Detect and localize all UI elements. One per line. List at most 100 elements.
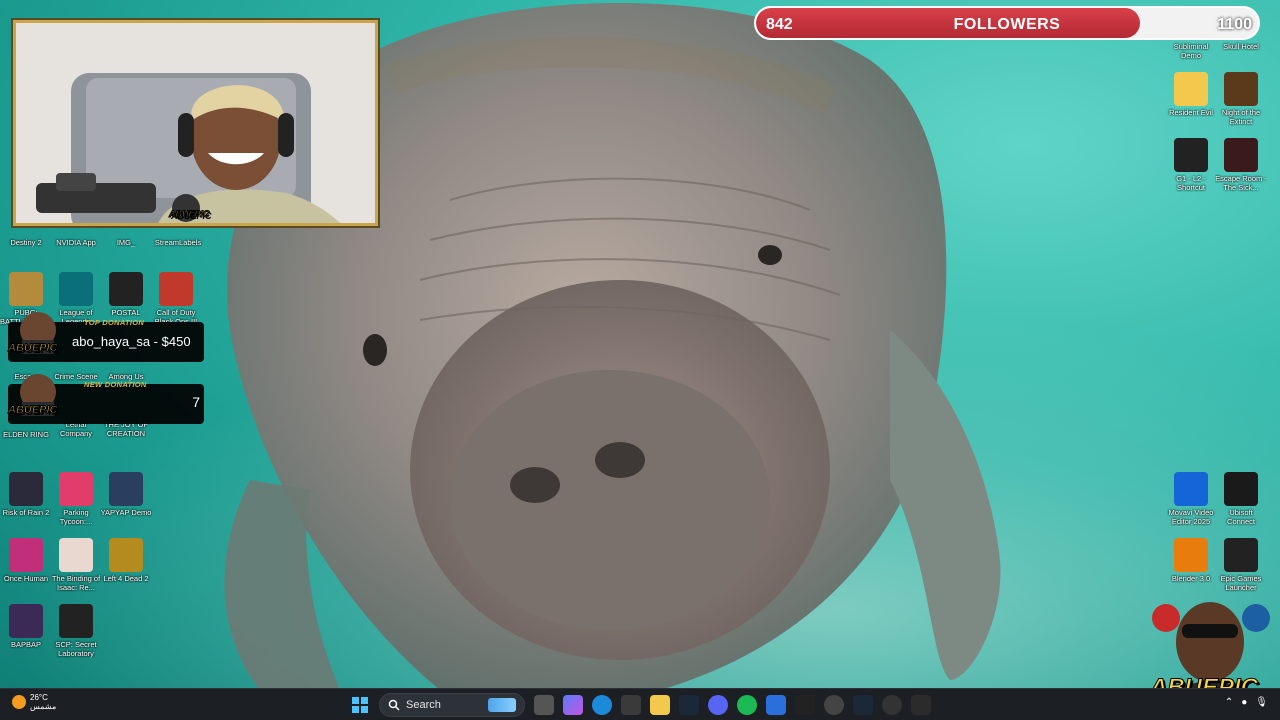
steam-secondary-icon[interactable] (853, 695, 873, 715)
desktop-icon[interactable]: BAPBAP (0, 604, 52, 649)
desktop-icon-label: IMG_ (116, 238, 136, 247)
desktop-icon[interactable]: Epic Games Launcher (1215, 538, 1267, 592)
desktop-icon-label: POSTAL (111, 308, 141, 317)
edge-icon[interactable] (592, 695, 612, 715)
desktop-icon-label: Once Human (3, 574, 49, 583)
isaac-icon (59, 538, 93, 572)
desktop-icon[interactable]: YAPYAP Demo (100, 472, 152, 517)
desktop-icon[interactable]: Risk of Rain 2 (0, 472, 52, 517)
folder-icon (1174, 72, 1208, 106)
night-extinct-icon (1224, 72, 1258, 106)
desktop-icon-label: BAPBAP (10, 640, 41, 649)
followers-title: FOLLOWERS (953, 16, 1061, 33)
desktop-icon-label: ELDEN RING (3, 430, 49, 439)
desktop-icon[interactable]: Escape Room - The Sick... (1215, 138, 1267, 192)
webcam-overlay: ABUEPIC (13, 20, 378, 226)
new-donation-avatar: ABUEPIC (6, 368, 70, 424)
yapyap-icon (109, 472, 143, 506)
search-icon (388, 699, 400, 711)
desktop-icon[interactable]: The Binding of Isaac: Re... (50, 538, 102, 592)
pubg-icon (9, 272, 43, 306)
new-donation-widget: ABUEPIC NEW DONATION 7 (8, 374, 204, 424)
left4dead-icon (109, 538, 143, 572)
desktop-icon[interactable]: G1 - L2 - Shortcut (1165, 138, 1217, 192)
followers-goal-bar: 842 FOLLOWERS 1100 (754, 6, 1260, 40)
parking-tycoon-icon (59, 472, 93, 506)
desktop-icon[interactable]: SCP: Secret Laboratory (50, 604, 102, 658)
desktop-icon[interactable]: NVIDIA App (50, 238, 102, 247)
followers-goal-count: 1100 (1217, 16, 1252, 33)
desktop-icon-label: Destiny 2 (10, 238, 42, 247)
scp-icon (59, 604, 93, 638)
bapbap-icon (9, 604, 43, 638)
desktop-icon[interactable]: StreamLabels (152, 238, 204, 247)
weather-desc: مشمس (30, 702, 57, 711)
tray-mic-icon[interactable]: 🎙 (1255, 697, 1268, 708)
taskbar: 26°C مشمس Search ⌃ ● 🎙 (0, 688, 1280, 720)
epic-games-icon (1224, 538, 1258, 572)
streamlabs-icon[interactable] (911, 695, 931, 715)
new-donation-value: 7 (192, 394, 200, 410)
desktop-icon-label: Subliminal Demo (1173, 42, 1209, 60)
taskbar-search[interactable]: Search (379, 693, 525, 717)
desktop-icon[interactable]: Destiny 2 (0, 238, 52, 247)
desktop-icon-label: Resident Evil (1169, 108, 1213, 117)
top-donation-text: abo_haya_sa - $450 (72, 334, 191, 349)
mail-icon[interactable] (766, 695, 786, 715)
desktop-icon-label: Parking Tycoon:... (59, 508, 93, 526)
system-tray: ⌃ ● 🎙 (1225, 697, 1268, 708)
file-explorer-icon[interactable] (650, 695, 670, 715)
taskbar-apps: Search (350, 693, 931, 717)
desktop-icon-label: NVIDIA App (56, 238, 96, 247)
desktop-icon[interactable]: Parking Tycoon:... (50, 472, 102, 526)
top-donation-title: TOP DONATION (84, 318, 145, 327)
settings-gear-icon[interactable] (824, 695, 844, 715)
windows-start-icon[interactable] (350, 695, 370, 715)
obs-icon[interactable] (882, 695, 902, 715)
desktop-icon-label: Blender 3.0 (1171, 574, 1211, 583)
top-donation-widget: ABUEPIC TOP DONATION abo_haya_sa - $450 (8, 312, 204, 362)
weather-temp: 26°C (30, 693, 48, 702)
desktop-icon[interactable]: Movavi Video Editor 2025 (1165, 472, 1217, 526)
desktop-icon[interactable]: Call of Duty Black Ops III (150, 272, 202, 326)
risk-of-rain-icon (9, 472, 43, 506)
desktop-icon[interactable]: POSTAL (100, 272, 152, 317)
streamer-webcam-image (16, 23, 375, 223)
cod-icon (159, 272, 193, 306)
spotify-icon[interactable] (737, 695, 757, 715)
search-highlight-icon (488, 698, 516, 712)
desktop-icon[interactable]: IMG_ (100, 238, 152, 247)
desktop-icon-label: Night of the Extinct (1221, 108, 1261, 126)
ubisoft-icon (1224, 472, 1258, 506)
store-icon[interactable] (621, 695, 641, 715)
desktop-icon[interactable]: Ubisoft Connect (1215, 472, 1267, 526)
desktop-icon[interactable]: Left 4 Dead 2 (100, 538, 152, 583)
blender-icon (1174, 538, 1208, 572)
tray-overflow-chevron-icon[interactable]: ⌃ (1225, 697, 1233, 708)
tray-network-icon[interactable]: ● (1241, 697, 1247, 708)
desktop-icon-label: YAPYAP Demo (100, 508, 152, 517)
once-human-icon (9, 538, 43, 572)
task-view-icon[interactable] (534, 695, 554, 715)
copilot-icon[interactable] (563, 695, 583, 715)
desktop-icon[interactable]: Night of the Extinct (1215, 72, 1267, 126)
league-icon (59, 272, 93, 306)
top-donation-logo-text: ABUEPIC (8, 342, 59, 355)
desktop-icon-label: Left 4 Dead 2 (103, 574, 149, 583)
desktop-icon-label: Escape Room - The Sick... (1215, 174, 1267, 192)
weather-widget[interactable]: 26°C مشمس (12, 693, 56, 711)
desktop-icon[interactable]: Resident Evil (1165, 72, 1217, 117)
desktop-icon[interactable]: ELDEN RING (0, 430, 52, 439)
desktop-icon[interactable]: Once Human (0, 538, 52, 583)
desktop-icon-label: Risk of Rain 2 (2, 508, 50, 517)
epic-games-taskbar-icon[interactable] (795, 695, 815, 715)
desktop-icon-label: SCP: Secret Laboratory (55, 640, 97, 658)
g1-shortcut-icon (1174, 138, 1208, 172)
desktop-icon-label: Movavi Video Editor 2025 (1168, 508, 1214, 526)
desktop-icon[interactable]: Blender 3.0 (1165, 538, 1217, 583)
search-placeholder: Search (406, 699, 441, 711)
desktop-icon-label: The Binding of Isaac: Re... (51, 574, 101, 592)
desktop-icon-label: G1 - L2 - Shortcut (1176, 174, 1206, 192)
steam-icon[interactable] (679, 695, 699, 715)
discord-icon[interactable] (708, 695, 728, 715)
